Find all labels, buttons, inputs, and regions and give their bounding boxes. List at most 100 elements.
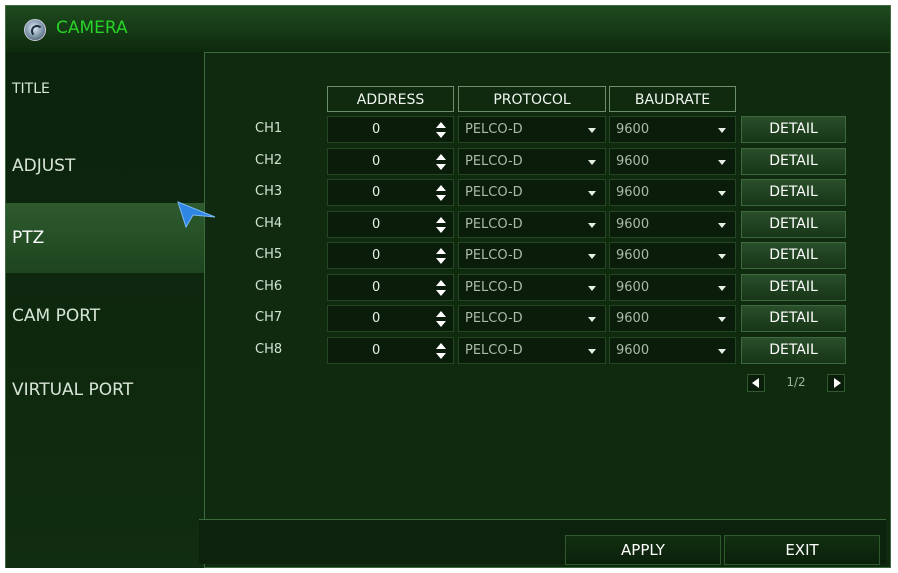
detail-button[interactable]: DETAIL	[741, 210, 846, 238]
baudrate-select[interactable]: 9600	[609, 210, 736, 238]
next-page-button[interactable]	[827, 374, 845, 392]
address-stepper[interactable]: 0	[327, 179, 454, 206]
up-down-spinner-icon[interactable]	[435, 153, 447, 171]
detail-button[interactable]: DETAIL	[741, 242, 846, 269]
protocol-select[interactable]: PELCO-D	[458, 336, 606, 364]
channel-label: CH6	[255, 278, 283, 294]
baudrate-value: 9600	[616, 185, 650, 200]
address-value: 0	[372, 248, 381, 263]
protocol-select[interactable]: PELCO-D	[458, 305, 606, 332]
caret-down-icon	[588, 222, 596, 228]
channel-label: CH1	[255, 121, 283, 136]
caret-down-icon	[588, 254, 596, 259]
caret-down-icon	[588, 348, 596, 354]
address-stepper[interactable]: 0	[327, 273, 454, 301]
baudrate-select[interactable]: 9600	[609, 305, 736, 332]
apply-button[interactable]: APPLY	[565, 535, 721, 565]
protocol-select[interactable]: PELCO-D	[458, 179, 606, 206]
protocol-select[interactable]: PELCO-D	[458, 242, 606, 269]
up-down-spinner-icon[interactable]	[435, 216, 447, 234]
pager: 1/2	[741, 372, 846, 394]
prev-page-button[interactable]	[747, 374, 765, 392]
baudrate-select[interactable]: 9600	[609, 116, 736, 143]
protocol-value: PELCO-D	[465, 248, 523, 263]
channel-label: CH5	[255, 247, 283, 262]
baudrate-value: 9600	[616, 153, 650, 169]
caret-down-icon	[718, 254, 726, 259]
table-row: CH4 0 PELCO-D 9600 DETAIL	[0, 210, 898, 238]
header-baudrate: BAUDRATE	[609, 86, 736, 112]
baudrate-value: 9600	[616, 342, 650, 358]
up-down-spinner-icon[interactable]	[435, 184, 447, 202]
address-stepper[interactable]: 0	[327, 147, 454, 175]
sidebar-item-title[interactable]: TITLE	[6, 54, 204, 124]
caret-down-icon	[718, 317, 726, 322]
channel-label: CH3	[255, 184, 283, 199]
address-value: 0	[372, 153, 381, 169]
protocol-value: PELCO-D	[465, 311, 523, 326]
channel-label: CH4	[255, 215, 283, 231]
channel-label: CH2	[255, 152, 283, 168]
baudrate-select[interactable]: 9600	[609, 242, 736, 269]
protocol-value: PELCO-D	[465, 342, 523, 358]
table-row: CH8 0 PELCO-D 9600 DETAIL	[0, 336, 898, 364]
header-address: ADDRESS	[327, 86, 454, 112]
up-down-spinner-icon[interactable]	[435, 247, 447, 265]
caret-down-icon	[718, 222, 726, 228]
caret-down-icon	[718, 159, 726, 165]
page-indicator: 1/2	[786, 375, 806, 389]
caret-down-icon	[588, 285, 596, 291]
detail-button[interactable]: DETAIL	[741, 116, 846, 143]
protocol-select[interactable]: PELCO-D	[458, 210, 606, 238]
address-value: 0	[372, 185, 381, 200]
baudrate-select[interactable]: 9600	[609, 147, 736, 175]
baudrate-value: 9600	[616, 248, 650, 263]
address-stepper[interactable]: 0	[327, 116, 454, 143]
baudrate-select[interactable]: 9600	[609, 179, 736, 206]
address-stepper[interactable]: 0	[327, 336, 454, 364]
table-row: CH2 0 PELCO-D 9600 DETAIL	[0, 147, 898, 175]
baudrate-value: 9600	[616, 279, 650, 295]
up-down-spinner-icon[interactable]	[435, 121, 447, 139]
channel-label: CH8	[255, 341, 283, 357]
protocol-select[interactable]: PELCO-D	[458, 273, 606, 301]
detail-button[interactable]: DETAIL	[741, 147, 846, 175]
protocol-select[interactable]: PELCO-D	[458, 147, 606, 175]
caret-down-icon	[588, 317, 596, 322]
baudrate-select[interactable]: 9600	[609, 273, 736, 301]
baudrate-select[interactable]: 9600	[609, 336, 736, 364]
address-value: 0	[372, 311, 381, 326]
caret-down-icon	[718, 348, 726, 354]
title-bar: CAMERA	[6, 6, 890, 53]
sidebar-item-virtual-port[interactable]: VIRTUAL PORT	[6, 355, 204, 425]
baudrate-value: 9600	[616, 122, 650, 137]
table-row: CH7 0 PELCO-D 9600 DETAIL	[0, 305, 898, 332]
protocol-select[interactable]: PELCO-D	[458, 116, 606, 143]
triangle-right-icon	[834, 378, 841, 388]
detail-button[interactable]: DETAIL	[741, 336, 846, 364]
caret-down-icon	[718, 128, 726, 133]
up-down-spinner-icon[interactable]	[435, 310, 447, 328]
address-value: 0	[372, 122, 381, 137]
detail-button[interactable]: DETAIL	[741, 179, 846, 206]
caret-down-icon	[588, 159, 596, 165]
detail-button[interactable]: DETAIL	[741, 273, 846, 301]
caret-down-icon	[588, 128, 596, 133]
exit-button[interactable]: EXIT	[724, 535, 880, 565]
address-value: 0	[372, 279, 381, 295]
address-value: 0	[372, 342, 381, 358]
protocol-value: PELCO-D	[465, 153, 523, 169]
address-stepper[interactable]: 0	[327, 242, 454, 269]
table-row: CH3 0 PELCO-D 9600 DETAIL	[0, 179, 898, 206]
channel-label: CH7	[255, 310, 283, 325]
address-stepper[interactable]: 0	[327, 210, 454, 238]
table-row: CH6 0 PELCO-D 9600 DETAIL	[0, 273, 898, 301]
caret-down-icon	[718, 191, 726, 196]
up-down-spinner-icon[interactable]	[435, 342, 447, 360]
protocol-value: PELCO-D	[465, 185, 523, 200]
up-down-spinner-icon[interactable]	[435, 279, 447, 297]
protocol-value: PELCO-D	[465, 216, 523, 232]
header-protocol: PROTOCOL	[458, 86, 606, 112]
address-stepper[interactable]: 0	[327, 305, 454, 332]
detail-button[interactable]: DETAIL	[741, 305, 846, 332]
